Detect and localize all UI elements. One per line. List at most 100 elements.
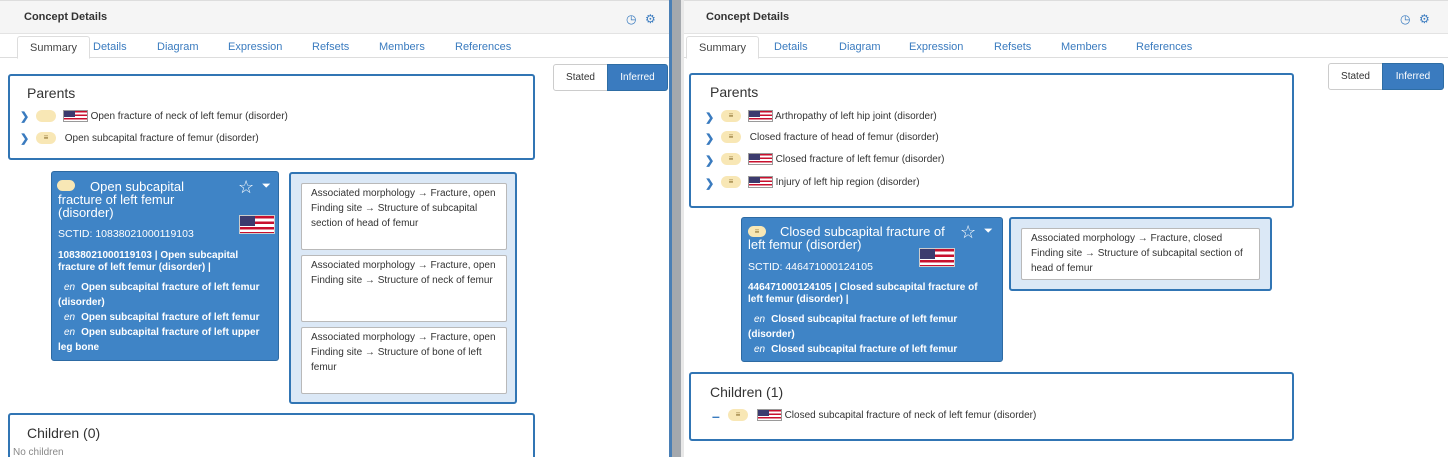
tab-diagram[interactable]: Diagram: [827, 36, 893, 58]
primitive-status-icon: ≡: [721, 176, 741, 189]
attribute-group: Associated morphology → Fracture, closed…: [1021, 228, 1260, 280]
parent-item[interactable]: Open fracture of neck of left femur (dis…: [36, 109, 288, 125]
description-item: en Open subcapital fracture of left femur…: [58, 280, 273, 310]
history-icon[interactable]: ◷: [626, 13, 636, 25]
concept-title: Open subcapital fracture of left femur (…: [58, 179, 184, 220]
stated-button[interactable]: Stated: [553, 64, 608, 91]
panel-header: Concept Details ◷ ⚙: [0, 0, 669, 34]
parent-label: Closed fracture of left femur (disorder): [775, 154, 945, 165]
tab-bar: Summary Details Diagram Expression Refse…: [0, 36, 669, 59]
attributes-box: Associated morphology → Fracture, open F…: [289, 172, 517, 404]
tab-diagram[interactable]: Diagram: [145, 36, 211, 58]
parent-item[interactable]: ≡ Arthropathy of left hip joint (disorde…: [721, 109, 937, 125]
history-icon[interactable]: ◷: [1400, 13, 1410, 25]
tab-refsets[interactable]: Refsets: [982, 36, 1043, 58]
tab-summary[interactable]: Summary: [17, 36, 91, 59]
tab-expression[interactable]: Expression: [216, 36, 294, 58]
star-icon[interactable]: ☆: [238, 178, 254, 196]
us-flag-icon: [62, 110, 88, 123]
primitive-status-icon: ≡: [36, 132, 56, 145]
gear-icon[interactable]: ⚙: [1419, 13, 1430, 25]
pin-icon[interactable]: ⏷: [984, 225, 993, 238]
parent-label: Open fracture of neck of left femur (dis…: [90, 111, 288, 122]
collapse-icon[interactable]: –: [712, 408, 720, 424]
us-flag-icon: [747, 176, 773, 189]
language-tag: en: [64, 282, 76, 293]
attribute-finding-site: Finding site → Structure of bone of left…: [311, 347, 482, 373]
tab-references[interactable]: References: [1124, 36, 1204, 58]
fsn-line: 10838021000119103 | Open subcapital frac…: [58, 250, 239, 273]
tab-expression[interactable]: Expression: [897, 36, 975, 58]
gear-icon[interactable]: ⚙: [645, 13, 656, 25]
language-tag: en: [754, 314, 766, 325]
chevron-right-icon[interactable]: ❯: [705, 154, 714, 167]
sctid: SCTID: 446471000124105: [748, 261, 873, 273]
description-text: Closed subcapital fracture of left femur: [771, 344, 958, 355]
panel-header: Concept Details ◷ ⚙: [684, 0, 1448, 34]
child-item[interactable]: ≡ Closed subcapital fracture of neck of …: [728, 408, 1036, 424]
inferred-button[interactable]: Inferred: [1382, 63, 1444, 90]
description-item: en Open subcapital fracture of left femur: [58, 310, 273, 325]
tab-summary[interactable]: Summary: [686, 36, 760, 59]
description-text: Open subcapital fracture of left femur: [81, 312, 260, 323]
children-heading: Children (0): [27, 425, 101, 441]
primitive-status-icon: ≡: [721, 110, 741, 123]
panel-title: Concept Details: [706, 11, 790, 23]
chevron-right-icon[interactable]: ❯: [20, 132, 29, 145]
primitive-status-icon: ≡: [728, 409, 748, 422]
child-label: Closed subcapital fracture of neck of le…: [784, 410, 1037, 421]
defined-status-icon: [36, 110, 56, 123]
concept-card: ≡ Closed subcapital fracture of left fem…: [741, 217, 1003, 362]
parent-label: Open subcapital fracture of femur (disor…: [64, 133, 259, 144]
attributes-box: Associated morphology → Fracture, closed…: [1009, 217, 1272, 291]
chevron-right-icon[interactable]: ❯: [20, 110, 29, 123]
language-tag: en: [754, 344, 766, 355]
parents-box: Parents ❯ Open fracture of neck of left …: [8, 74, 535, 160]
us-flag-icon: [756, 409, 782, 422]
tab-details[interactable]: Details: [762, 36, 820, 58]
description-text: Closed subcapital fracture of left femur…: [748, 314, 958, 340]
inferred-button[interactable]: Inferred: [607, 64, 668, 91]
tab-members[interactable]: Members: [1049, 36, 1119, 58]
concept-card: Open subcapital fracture of left femur (…: [51, 171, 279, 361]
chevron-right-icon[interactable]: ❯: [705, 132, 714, 145]
description-list: en Closed subcapital fracture of left fem…: [748, 312, 998, 357]
parent-item[interactable]: ≡ Closed fracture of left femur (disorde…: [721, 152, 945, 168]
parent-item[interactable]: ≡ Open subcapital fracture of femur (dis…: [36, 131, 259, 147]
us-flag-icon: [747, 110, 773, 123]
parent-item[interactable]: ≡ Closed fracture of head of femur (diso…: [721, 130, 939, 146]
attribute-finding-site: Finding site → Structure of subcapital s…: [1031, 248, 1243, 274]
description-item: en Open subcapital fracture of left upper…: [58, 325, 273, 355]
children-box: Children (1) – ≡ Closed subcapital fract…: [689, 372, 1294, 441]
parents-box: Parents ❯ ≡ Arthropathy of left hip join…: [689, 73, 1294, 208]
parent-label: Injury of left hip region (disorder): [775, 177, 920, 188]
star-icon[interactable]: ☆: [960, 223, 976, 241]
panel-title: Concept Details: [24, 11, 108, 23]
parent-label: Closed fracture of head of femur (disord…: [749, 132, 939, 143]
description-text: Open subcapital fracture of left upper l…: [58, 327, 260, 353]
language-tag: en: [64, 327, 76, 338]
tab-members[interactable]: Members: [367, 36, 437, 58]
attribute-group: Associated morphology → Fracture, open F…: [301, 327, 507, 394]
sctid: SCTID: 10838021000119103: [58, 228, 194, 240]
description-list: en Open subcapital fracture of left femur…: [58, 280, 273, 355]
tab-references[interactable]: References: [443, 36, 523, 58]
primitive-status-icon: ≡: [721, 131, 741, 144]
us-flag-icon: [747, 153, 773, 166]
us-flag-icon: [239, 215, 275, 234]
no-children-text: No children: [13, 447, 64, 457]
description-item: en Closed subcapital fracture of left fem…: [748, 342, 998, 357]
tab-details[interactable]: Details: [81, 36, 139, 58]
parent-item[interactable]: ≡ Injury of left hip region (disorder): [721, 175, 920, 191]
children-heading: Children (1): [710, 384, 784, 400]
stated-button[interactable]: Stated: [1328, 63, 1383, 90]
chevron-right-icon[interactable]: ❯: [705, 177, 714, 190]
chevron-right-icon[interactable]: ❯: [705, 111, 714, 124]
attribute-finding-site: Finding site → Structure of subcapital s…: [311, 203, 478, 229]
children-box: Children (0) No children: [8, 413, 535, 457]
pin-icon[interactable]: ⏷: [262, 180, 271, 193]
attribute-morphology: Associated morphology → Fracture, open: [311, 260, 496, 271]
tab-refsets[interactable]: Refsets: [300, 36, 361, 58]
us-flag-icon: [919, 248, 955, 267]
left-concept-panel: Concept Details ◷ ⚙ Summary Details Diag…: [0, 0, 672, 457]
